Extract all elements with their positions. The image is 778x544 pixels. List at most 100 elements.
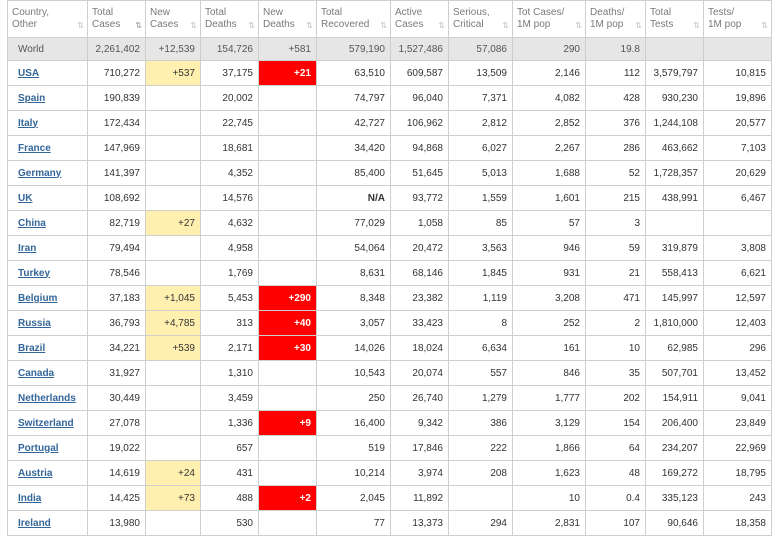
cell-country: Turkey [7,260,88,286]
cell-deaths-per-1m: 215 [585,185,646,211]
cell-deaths-per-1m: 52 [585,160,646,186]
cell-total-cases: 82,719 [87,210,146,236]
cell-country: USA [7,60,88,86]
country-link[interactable]: Canada [18,368,54,379]
column-header-recovered[interactable]: Total Recovered ⇅ [316,0,391,38]
column-header-deaths-per-1m[interactable]: Deaths/1M pop ⇅ [585,0,646,38]
sort-arrows-icon[interactable]: ⇅ [190,20,197,32]
country-link[interactable]: Austria [18,468,52,479]
country-link[interactable]: India [18,493,41,504]
cell-active: 18,024 [390,335,449,361]
cell-cases-per-1m: 3,129 [512,410,586,436]
cell-new-cases [145,85,201,111]
cell-new-deaths [258,460,317,486]
cell-total-cases: 79,494 [87,235,146,261]
cell-new-deaths [258,235,317,261]
cell-deaths-per-1m: 471 [585,285,646,311]
country-link[interactable]: China [18,218,46,229]
cell-cases-per-1m: 1,866 [512,435,586,461]
cell-new-deaths [258,160,317,186]
column-header-line2: 1M pop [708,19,742,30]
column-header-line2: Recovered [321,19,370,30]
cell-tests-per-1m: 12,403 [703,310,772,336]
cell-recovered: 85,400 [316,160,391,186]
cell-total-tests: 90,646 [645,510,704,536]
cell-tests-per-1m: 20,629 [703,160,772,186]
country-link[interactable]: Iran [18,243,36,254]
cell-new-deaths [258,385,317,411]
cell-cases-per-1m: 2,852 [512,110,586,136]
column-header-tests-per-1m[interactable]: Tests/1M pop ⇅ [703,0,772,38]
table-row: UK 108,692 14,576 N/A 93,772 1,559 1,601 215 438… [7,185,772,211]
cell-country: Belgium [7,285,88,311]
cell-total-cases: 14,619 [87,460,146,486]
country-link[interactable]: Ireland [18,518,51,529]
column-header-active[interactable]: Active Cases ⇅ [390,0,449,38]
cell-new-deaths: +21 [258,60,317,86]
country-link[interactable]: Belgium [18,293,57,304]
column-header-total-deaths[interactable]: Total Deaths ⇅ [200,0,259,38]
covid-stats-table: Country, Other ⇅ Total Cases ⇅ New Cases ⇅ Total D… [7,0,772,536]
country-link[interactable]: France [18,143,51,154]
sort-arrows-icon[interactable]: ⇅ [438,20,445,32]
sort-arrows-icon[interactable]: ⇅ [502,20,509,32]
cell-new-cases [145,260,201,286]
cell-total-tests: 1,810,000 [645,310,704,336]
cell-deaths-per-1m: 202 [585,385,646,411]
column-header-line1: Country, [12,7,50,18]
sort-arrows-icon[interactable]: ⇅ [306,20,313,32]
cell-new-cases [145,185,201,211]
country-link[interactable]: Turkey [18,268,50,279]
country-link[interactable]: UK [18,193,32,204]
column-header-serious[interactable]: Serious, Critical ⇅ [448,0,513,38]
cell-serious [448,485,513,511]
table-row: Canada 31,927 1,310 10,543 20,074 557 846 35 507… [7,360,772,386]
column-header-new-deaths[interactable]: New Deaths ⇅ [258,0,317,38]
column-header-line2: 1M pop [590,19,624,30]
cell-total-cases: 172,434 [87,110,146,136]
country-link[interactable]: Russia [18,318,51,329]
country-link[interactable]: Netherlands [18,393,76,404]
cell-active: 93,772 [390,185,449,211]
sort-arrows-icon[interactable]: ⇅ [635,20,642,32]
cell-recovered: 16,400 [316,410,391,436]
column-header-total-tests[interactable]: Total Tests ⇅ [645,0,704,38]
column-header-line2: Cases [150,19,179,30]
cell-active: 68,146 [390,260,449,286]
column-header-line2: Other [12,19,38,30]
cell-serious: 5,013 [448,160,513,186]
cell-new-deaths [258,185,317,211]
sort-arrows-icon[interactable]: ⇅ [77,20,84,32]
cell-recovered: 579,190 [316,37,391,61]
cell-deaths-per-1m: 286 [585,135,646,161]
cell-total-deaths: 313 [200,310,259,336]
column-header-cases-per-1m[interactable]: Tot Cases/1M pop ⇅ [512,0,586,38]
column-header-line2: Deaths [205,19,237,30]
column-header-new-cases[interactable]: New Cases ⇅ [145,0,201,38]
country-link[interactable]: Germany [18,168,61,179]
sort-arrows-icon[interactable]: ⇅ [575,20,582,32]
country-link[interactable]: Switzerland [18,418,74,429]
country-link[interactable]: Portugal [18,443,59,454]
country-link[interactable]: Brazil [18,343,45,354]
cell-cases-per-1m: 252 [512,310,586,336]
country-link[interactable]: USA [18,68,39,79]
column-header-country[interactable]: Country, Other ⇅ [7,0,88,38]
cell-new-cases: +27 [145,210,201,236]
cell-total-tests: 154,911 [645,385,704,411]
sort-arrows-icon[interactable]: ⇅ [380,20,387,32]
cell-recovered: 14,026 [316,335,391,361]
country-link[interactable]: Spain [18,93,45,104]
column-header-total-cases[interactable]: Total Cases ⇅ [87,0,146,38]
sort-arrows-icon[interactable]: ⇅ [693,20,700,32]
sort-arrows-icon[interactable]: ⇅ [248,20,255,32]
cell-total-cases: 147,969 [87,135,146,161]
sort-arrows-icon[interactable]: ⇅ [135,20,142,32]
sort-arrows-icon[interactable]: ⇅ [761,20,768,32]
cell-cases-per-1m: 946 [512,235,586,261]
cell-new-cases [145,385,201,411]
cell-new-cases [145,510,201,536]
cell-total-cases: 19,022 [87,435,146,461]
cell-country: Switzerland [7,410,88,436]
country-link[interactable]: Italy [18,118,38,129]
